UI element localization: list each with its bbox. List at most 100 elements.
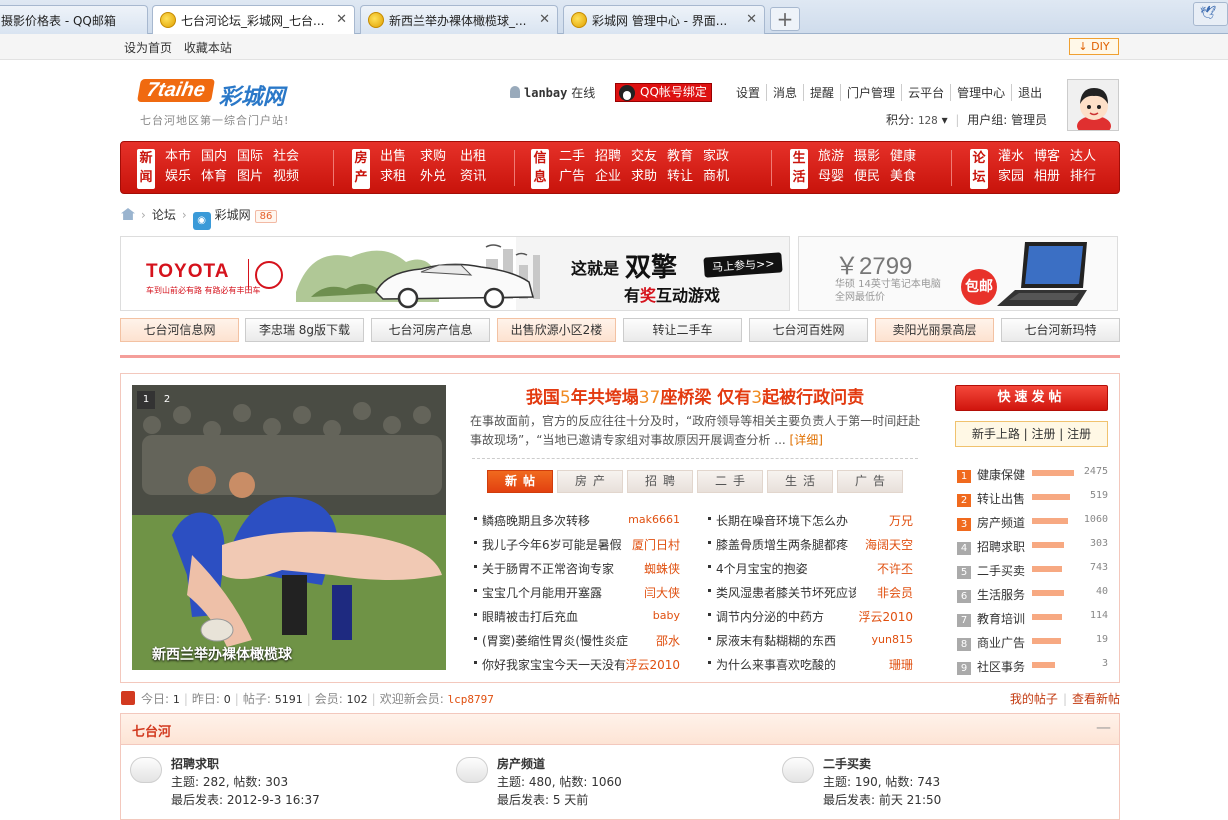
rank-name[interactable]: 招聘求职 bbox=[977, 540, 1025, 554]
close-tab-icon[interactable]: ✕ bbox=[539, 12, 550, 27]
nav-category-realestate[interactable]: 房产 bbox=[352, 149, 370, 189]
rank-name[interactable]: 生活服务 bbox=[977, 588, 1025, 602]
quick-link[interactable]: 七台河房产信息 bbox=[371, 318, 490, 342]
ranking-row[interactable]: 5 二手买卖 743 bbox=[957, 562, 1108, 579]
section-title[interactable]: 七台河 bbox=[132, 721, 171, 740]
nav-item[interactable]: 企业 bbox=[595, 169, 631, 185]
nav-item[interactable]: 博客 bbox=[1034, 149, 1070, 165]
slideshow-page[interactable]: 2 bbox=[158, 391, 176, 409]
logout-link[interactable]: 退出 bbox=[1011, 84, 1048, 101]
post-author[interactable]: 浮云2010 bbox=[600, 656, 680, 673]
ranking-row[interactable]: 3 房产频道 1060 bbox=[957, 514, 1108, 531]
nav-item[interactable]: 转让 bbox=[667, 169, 703, 185]
nav-item[interactable]: 视频 bbox=[273, 169, 309, 185]
new-posts-link[interactable]: 查看新帖 bbox=[1072, 692, 1120, 706]
my-posts-link[interactable]: 我的帖子 bbox=[1010, 692, 1058, 706]
quick-link[interactable]: 七台河信息网 bbox=[120, 318, 239, 342]
qq-bind-button[interactable]: QQ帐号绑定 bbox=[615, 83, 712, 102]
post-author[interactable]: baby bbox=[600, 609, 680, 622]
username-link[interactable]: lanbay bbox=[524, 86, 567, 100]
nav-item[interactable]: 相册 bbox=[1034, 169, 1070, 185]
ranking-row[interactable]: 4 招聘求职 303 bbox=[957, 538, 1108, 555]
nav-item[interactable]: 二手 bbox=[559, 149, 595, 165]
nav-item[interactable]: 旅游 bbox=[818, 149, 854, 165]
nav-item[interactable]: 达人 bbox=[1070, 149, 1106, 165]
rank-name[interactable]: 社区事务 bbox=[977, 660, 1025, 674]
nav-item[interactable]: 健康 bbox=[890, 149, 926, 165]
nav-category-forum[interactable]: 论坛 bbox=[970, 149, 988, 189]
nav-category-life[interactable]: 生活 bbox=[790, 149, 808, 189]
nav-item[interactable]: 家园 bbox=[998, 169, 1034, 185]
quick-link[interactable]: 李忠瑞 8g版下载 bbox=[245, 318, 364, 342]
ranking-row[interactable]: 8 商业广告 19 bbox=[957, 634, 1108, 651]
browser-tab-forum[interactable]: 七台河论坛_彩城网_七台... ✕ bbox=[152, 5, 355, 35]
nav-category-info[interactable]: 信息 bbox=[531, 149, 549, 189]
settings-link[interactable]: 设置 bbox=[730, 84, 766, 101]
register-bar[interactable]: 新手上路 | 注册 | 注册 bbox=[955, 421, 1108, 447]
ranking-row[interactable]: 9 社区事务 3 bbox=[957, 658, 1108, 675]
quick-link[interactable]: 转让二手车 bbox=[623, 318, 742, 342]
home-icon[interactable] bbox=[121, 208, 135, 220]
ranking-row[interactable]: 6 生活服务 40 bbox=[957, 586, 1108, 603]
admin-center-link[interactable]: 管理中心 bbox=[950, 84, 1011, 101]
rank-name[interactable]: 二手买卖 bbox=[977, 564, 1025, 578]
score-value[interactable]: 128 bbox=[918, 114, 938, 127]
post-author[interactable]: 珊珊 bbox=[833, 656, 913, 673]
rank-name[interactable]: 商业广告 bbox=[977, 636, 1025, 650]
cloud-platform-link[interactable]: 云平台 bbox=[901, 84, 950, 101]
tab-secondhand[interactable]: 二手 bbox=[697, 470, 763, 493]
tab-ads[interactable]: 广告 bbox=[837, 470, 903, 493]
rank-name[interactable]: 转让出售 bbox=[977, 492, 1025, 506]
nav-item[interactable]: 国际 bbox=[237, 149, 273, 165]
rank-name[interactable]: 教育培训 bbox=[977, 612, 1025, 626]
nav-item[interactable]: 娱乐 bbox=[165, 169, 201, 185]
set-home-link[interactable]: 设为首页 bbox=[124, 41, 172, 55]
new-tab-button[interactable]: + bbox=[770, 7, 800, 31]
post-author[interactable]: 浮云2010 bbox=[833, 608, 913, 625]
site-logo[interactable]: 7taihe 彩城网 bbox=[136, 79, 285, 111]
forum-name[interactable]: 房产频道 bbox=[497, 755, 545, 773]
tab-new-posts[interactable]: 新帖 bbox=[487, 470, 553, 493]
post-author[interactable]: 万兄 bbox=[833, 512, 913, 529]
nav-item[interactable]: 教育 bbox=[667, 149, 703, 165]
portal-admin-link[interactable]: 门户管理 bbox=[840, 84, 901, 101]
post-author[interactable]: yun815 bbox=[833, 633, 913, 646]
tab-realestate[interactable]: 房产 bbox=[557, 470, 623, 493]
nav-item[interactable]: 求助 bbox=[631, 169, 667, 185]
feature-headline[interactable]: 我国5年共垮塌37座桥梁 仅有3起被行政问责 bbox=[470, 383, 920, 408]
nav-item[interactable]: 商机 bbox=[703, 169, 739, 185]
reminders-link[interactable]: 提醒 bbox=[803, 84, 840, 101]
ranking-row[interactable]: 7 教育培训 114 bbox=[957, 610, 1108, 627]
slideshow-image[interactable] bbox=[132, 385, 446, 670]
nav-item[interactable]: 便民 bbox=[854, 169, 890, 185]
nav-item[interactable]: 体育 bbox=[201, 169, 237, 185]
breadcrumb-site[interactable]: 彩城网 bbox=[215, 208, 251, 222]
nav-item[interactable]: 排行 bbox=[1070, 169, 1106, 185]
newest-member-link[interactable]: lcp8797 bbox=[448, 693, 494, 706]
close-tab-icon[interactable]: ✕ bbox=[336, 12, 347, 27]
nav-item[interactable]: 母婴 bbox=[818, 169, 854, 185]
nav-item[interactable]: 求租 bbox=[380, 169, 420, 185]
nav-item[interactable]: 国内 bbox=[201, 149, 237, 165]
tab-life[interactable]: 生活 bbox=[767, 470, 833, 493]
rank-name[interactable]: 房产频道 bbox=[977, 516, 1025, 530]
tab-jobs[interactable]: 招聘 bbox=[627, 470, 693, 493]
bookmark-link[interactable]: 收藏本站 bbox=[184, 41, 232, 55]
forum-name[interactable]: 二手买卖 bbox=[823, 755, 871, 773]
quick-post-button[interactable]: 快速发帖 bbox=[955, 385, 1108, 411]
post-author[interactable]: 闫大侠 bbox=[600, 584, 680, 601]
nav-item[interactable]: 求购 bbox=[420, 149, 460, 165]
nav-item[interactable]: 出租 bbox=[460, 149, 500, 165]
diy-button[interactable]: ↓ DIY bbox=[1069, 38, 1119, 55]
breadcrumb-forum[interactable]: 论坛 bbox=[152, 208, 176, 222]
nav-item[interactable]: 广告 bbox=[559, 169, 595, 185]
browser-tab-admin[interactable]: 彩城网 管理中心 - 界面... ✕ bbox=[563, 5, 765, 34]
laptop-price-ad[interactable]: ￥2799 华硕 14英寸笔记本电脑 全网最低价 包邮 bbox=[798, 236, 1118, 311]
ranking-row[interactable]: 2 转让出售 519 bbox=[957, 490, 1108, 507]
quick-link[interactable]: 出售欣源小区2楼 bbox=[497, 318, 616, 342]
group-value[interactable]: 管理员 bbox=[1011, 113, 1047, 127]
nav-item[interactable]: 资讯 bbox=[460, 169, 500, 185]
nav-item[interactable]: 交友 bbox=[631, 149, 667, 165]
read-more-link[interactable]: [详细] bbox=[790, 433, 823, 447]
messages-link[interactable]: 消息 bbox=[766, 84, 803, 101]
